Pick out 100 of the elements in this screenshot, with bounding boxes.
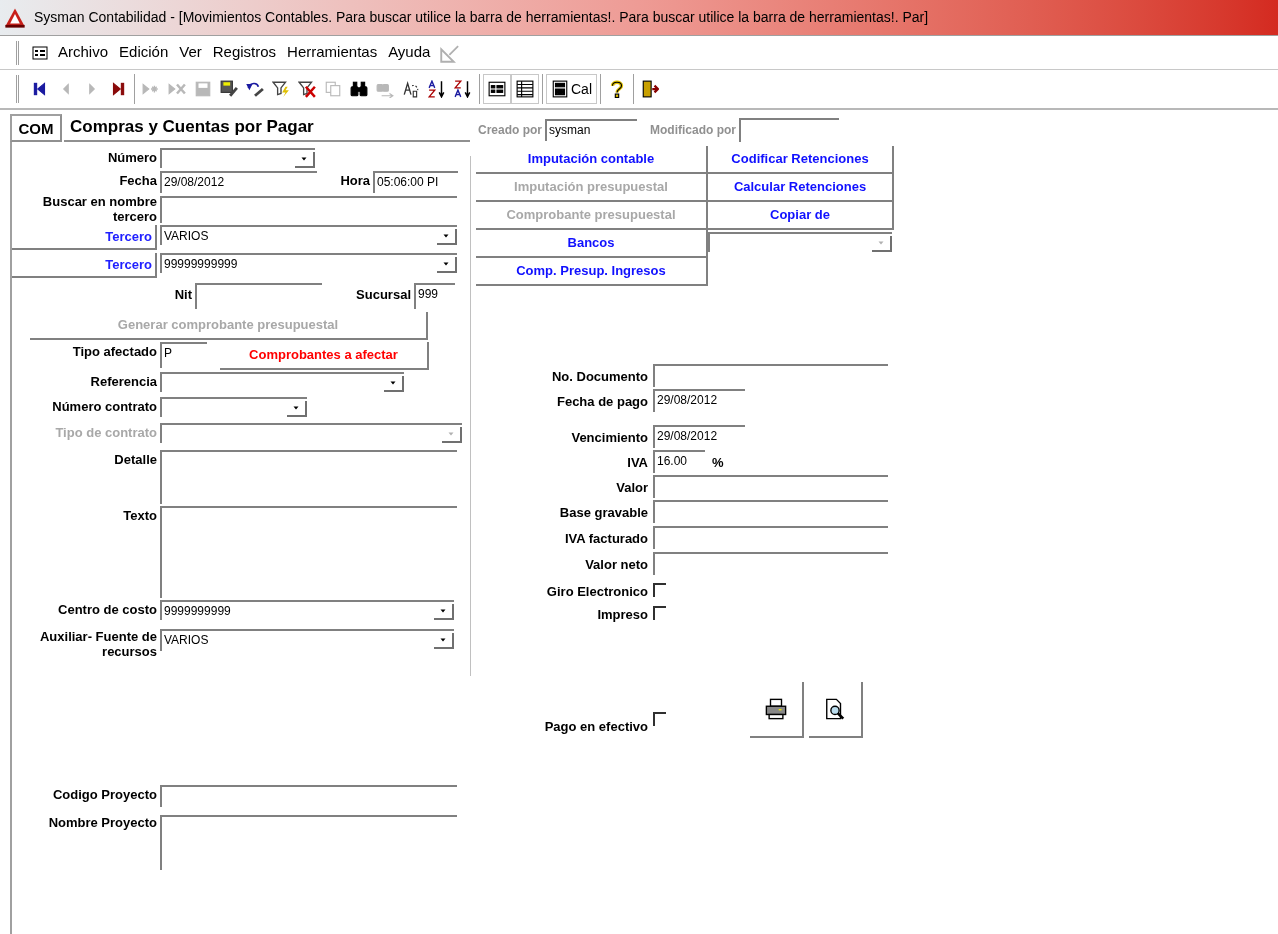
field-label: Vencimiento (570, 429, 648, 445)
dropdown-arrow-button[interactable] (442, 427, 462, 443)
action-button[interactable]: Imputación contable (476, 146, 708, 174)
calculator-button[interactable]: Cal (546, 74, 597, 104)
dropdown-field[interactable]: VARIOS (160, 629, 454, 651)
menu-item[interactable]: Herramientas (286, 41, 379, 64)
affect-vouchers-button[interactable]: Comprobantes a afectar (220, 342, 429, 370)
form-view-icon (32, 44, 48, 61)
dropdown-field[interactable]: VARIOS (160, 225, 457, 245)
text-field[interactable] (160, 196, 457, 223)
field-label: Hora (339, 172, 370, 188)
caret-icon (300, 155, 308, 163)
question-mark-icon (608, 80, 626, 98)
action-button[interactable]: Copiar de (708, 202, 894, 230)
percent-sign: % (712, 454, 724, 472)
print-button[interactable] (750, 682, 804, 738)
caret-icon (877, 239, 885, 247)
action-button[interactable]: Comp. Presup. Ingresos (476, 258, 708, 286)
field-label: Número (106, 149, 157, 165)
dropdown-field[interactable] (160, 372, 404, 392)
menu-item[interactable]: Edición (118, 41, 170, 64)
dropdown-arrow-button[interactable] (295, 152, 315, 168)
text-field[interactable]: 16.00 (653, 450, 705, 473)
text-area[interactable] (160, 450, 457, 504)
text-field[interactable]: 29/08/2012 (653, 425, 745, 448)
dropdown-arrow-button[interactable] (434, 604, 454, 620)
field-label: Referencia (89, 373, 157, 389)
field-label: Sucursal (355, 286, 411, 302)
dropdown-field[interactable] (160, 423, 462, 443)
caret-icon (442, 232, 450, 240)
text-field[interactable]: 29/08/2012 (653, 389, 745, 412)
field-label: Pago en efectivo (543, 719, 648, 736)
field-label: Modificado por (650, 122, 736, 139)
action-button[interactable]: Calcular Retenciones (708, 174, 894, 202)
caret-icon (442, 260, 450, 268)
menu-item[interactable]: Registros (211, 41, 278, 64)
dropdown-field[interactable]: 9999999999 (160, 600, 454, 620)
checkbox[interactable] (653, 583, 666, 597)
table-view-icon (516, 80, 534, 98)
checkbox[interactable] (653, 712, 666, 726)
field-label: Buscar en nombre tercero (41, 194, 157, 224)
field-label: Tipo de contrato (54, 424, 157, 440)
text-field[interactable]: P (160, 342, 207, 368)
form-code: COM (10, 114, 62, 142)
field-label: Giro Electronico (545, 583, 648, 599)
dropdown-field[interactable] (160, 397, 307, 417)
text-field[interactable] (653, 500, 888, 523)
replace-icon (402, 80, 420, 98)
tercero-button[interactable]: Tercero (12, 253, 157, 278)
binoculars-icon (350, 80, 368, 98)
new-record-icon (142, 80, 160, 98)
sort-ascending-icon (428, 80, 446, 98)
text-field[interactable]: 29/08/2012 (160, 171, 317, 193)
sort-descending-icon (454, 80, 472, 98)
caret-icon (389, 379, 397, 387)
clear-filter-icon (298, 80, 316, 98)
filter-icon (272, 80, 290, 98)
menu-item[interactable]: Ayuda (387, 41, 432, 64)
action-button[interactable]: Codificar Retenciones (708, 146, 894, 174)
caret-icon (292, 404, 300, 412)
dropdown-arrow-button[interactable] (437, 229, 457, 245)
undo-edit-icon (246, 80, 264, 98)
field-label: Centro de costo (57, 601, 157, 617)
dropdown-arrow-button[interactable] (434, 633, 454, 649)
text-field[interactable] (653, 526, 888, 549)
dropdown-field[interactable]: 99999999999 (160, 253, 457, 273)
dropdown-field[interactable] (160, 148, 315, 168)
tercero-button[interactable]: Tercero (12, 225, 157, 250)
field-label: Fecha (118, 172, 157, 188)
field-label: Creado por (477, 122, 542, 139)
field-label: Base gravable (558, 504, 648, 520)
form-view-button[interactable] (483, 74, 511, 104)
caret-icon (439, 636, 447, 644)
field-label: Valor (615, 479, 648, 495)
menu-item[interactable]: Archivo (57, 41, 110, 64)
print-preview-icon (824, 698, 846, 720)
print-preview-button[interactable] (809, 682, 863, 738)
menu-item[interactable]: Ver (178, 41, 203, 64)
field-label: Nombre Proyecto (47, 815, 157, 830)
text-field[interactable]: 05:06:00 PI (373, 171, 458, 193)
form-view-icon (488, 80, 506, 98)
form-title: Compras y Cuentas por Pagar (64, 114, 470, 142)
field-label: Texto (122, 507, 157, 523)
text-area[interactable] (160, 506, 457, 598)
field-label: No. Documento (550, 368, 648, 384)
caret-icon (439, 607, 447, 615)
field-label: IVA (626, 454, 648, 470)
dropdown-arrow-button[interactable] (287, 401, 307, 417)
action-button[interactable]: Bancos (476, 230, 708, 258)
dropdown-arrow-button[interactable] (384, 376, 404, 392)
exit-door-icon (641, 80, 659, 98)
window-title: Sysman Contabilidad - [Movimientos Contables. Para buscar utilice la barra de herramientas!. Para buscar utilice la barra de herramientas!. Par] (34, 8, 929, 27)
table-view-button[interactable] (511, 74, 539, 104)
field-label: Número contrato (51, 398, 157, 414)
field-label: Tipo afectado (71, 343, 157, 359)
checkbox[interactable] (653, 606, 666, 620)
text-field[interactable]: sysman (545, 119, 637, 141)
dropdown-arrow-button[interactable] (437, 257, 457, 273)
text-field[interactable] (653, 475, 888, 498)
text-field[interactable]: 999 (414, 283, 455, 309)
